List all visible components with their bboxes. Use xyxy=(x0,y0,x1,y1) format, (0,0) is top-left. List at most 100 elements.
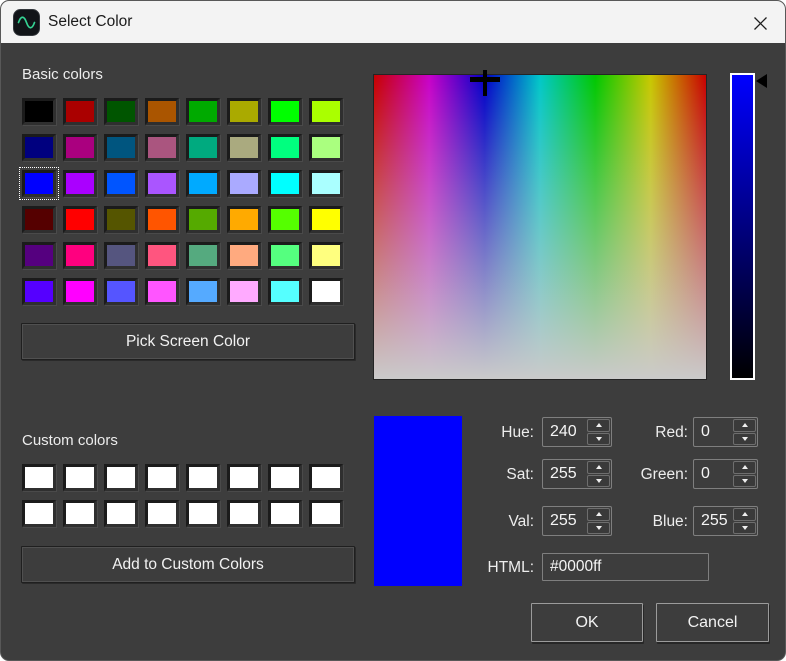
basic-color-swatch[interactable] xyxy=(268,98,302,125)
basic-color-swatch[interactable] xyxy=(22,98,56,125)
green-spin-down-button[interactable] xyxy=(733,475,756,488)
red-spinbox[interactable]: 0 xyxy=(693,417,758,447)
pick-screen-color-button[interactable]: Pick Screen Color xyxy=(21,323,355,360)
basic-color-swatch[interactable] xyxy=(145,206,179,233)
custom-color-swatch[interactable] xyxy=(186,464,220,491)
basic-color-swatch[interactable] xyxy=(22,134,56,161)
hue-spinbox[interactable]: 240 xyxy=(542,417,612,447)
custom-color-swatch[interactable] xyxy=(227,500,261,527)
blue-spin-down-button[interactable] xyxy=(733,522,756,535)
basic-color-swatch[interactable] xyxy=(309,170,343,197)
basic-color-swatch[interactable] xyxy=(186,170,220,197)
green-value[interactable]: 0 xyxy=(694,460,732,488)
basic-color-swatch[interactable] xyxy=(104,242,138,269)
basic-color-swatch[interactable] xyxy=(63,206,97,233)
custom-color-swatch[interactable] xyxy=(186,500,220,527)
basic-color-swatch[interactable] xyxy=(227,134,261,161)
basic-color-swatch[interactable] xyxy=(104,206,138,233)
basic-color-swatch[interactable] xyxy=(145,170,179,197)
basic-color-swatch[interactable] xyxy=(186,278,220,305)
red-spin-up-button[interactable] xyxy=(733,419,756,432)
basic-color-swatch[interactable] xyxy=(22,242,56,269)
custom-color-swatch[interactable] xyxy=(145,500,179,527)
sat-spin-up-button[interactable] xyxy=(587,461,610,474)
basic-color-swatch[interactable] xyxy=(309,206,343,233)
hue-saturation-gradient[interactable] xyxy=(374,75,706,379)
basic-color-swatch[interactable] xyxy=(309,98,343,125)
basic-color-swatch[interactable] xyxy=(145,98,179,125)
basic-color-swatch[interactable] xyxy=(104,278,138,305)
blue-value[interactable]: 255 xyxy=(694,507,732,535)
custom-color-swatch[interactable] xyxy=(104,464,138,491)
value-slider-gradient[interactable] xyxy=(730,73,755,380)
titlebar[interactable]: Select Color xyxy=(1,1,785,43)
basic-color-swatch[interactable] xyxy=(227,206,261,233)
value-slider-arrow-icon[interactable] xyxy=(756,74,767,88)
custom-color-swatch[interactable] xyxy=(22,464,56,491)
basic-color-swatch[interactable] xyxy=(268,278,302,305)
basic-color-swatch[interactable] xyxy=(309,278,343,305)
basic-color-swatch[interactable] xyxy=(227,170,261,197)
value-slider[interactable] xyxy=(730,73,774,380)
cancel-button[interactable]: Cancel xyxy=(656,603,769,642)
val-spin-down-button[interactable] xyxy=(587,522,610,535)
basic-color-swatch[interactable] xyxy=(145,242,179,269)
basic-color-swatch[interactable] xyxy=(186,206,220,233)
custom-color-swatch[interactable] xyxy=(63,464,97,491)
custom-color-swatch[interactable] xyxy=(309,500,343,527)
val-spinbox[interactable]: 255 xyxy=(542,506,612,536)
basic-color-swatch[interactable] xyxy=(268,170,302,197)
blue-spin-up-button[interactable] xyxy=(733,508,756,521)
hue-spin-down-button[interactable] xyxy=(587,433,610,446)
basic-color-swatch[interactable] xyxy=(104,134,138,161)
basic-color-swatch[interactable] xyxy=(63,170,97,197)
green-spin-up-button[interactable] xyxy=(733,461,756,474)
hue-value[interactable]: 240 xyxy=(543,418,586,446)
add-to-custom-colors-button[interactable]: Add to Custom Colors xyxy=(21,546,355,583)
html-color-input[interactable]: #0000ff xyxy=(542,553,709,581)
basic-color-swatch[interactable] xyxy=(268,134,302,161)
val-value[interactable]: 255 xyxy=(543,507,586,535)
custom-color-swatch[interactable] xyxy=(22,500,56,527)
blue-spinbox[interactable]: 255 xyxy=(693,506,758,536)
basic-color-swatch[interactable] xyxy=(268,242,302,269)
custom-color-swatch[interactable] xyxy=(63,500,97,527)
basic-color-swatch[interactable] xyxy=(22,206,56,233)
custom-color-swatch[interactable] xyxy=(268,464,302,491)
basic-color-swatch[interactable] xyxy=(145,278,179,305)
basic-color-swatch[interactable] xyxy=(186,134,220,161)
custom-color-swatch[interactable] xyxy=(268,500,302,527)
red-spin-down-button[interactable] xyxy=(733,433,756,446)
custom-color-swatch[interactable] xyxy=(145,464,179,491)
sat-spinbox[interactable]: 255 xyxy=(542,459,612,489)
basic-color-swatch[interactable] xyxy=(63,242,97,269)
close-button[interactable] xyxy=(747,10,773,36)
basic-color-swatch[interactable] xyxy=(63,98,97,125)
basic-color-swatch[interactable] xyxy=(309,242,343,269)
basic-color-swatch[interactable] xyxy=(22,170,56,197)
basic-color-swatch[interactable] xyxy=(186,242,220,269)
basic-color-swatch[interactable] xyxy=(309,134,343,161)
custom-color-swatch[interactable] xyxy=(227,464,261,491)
basic-color-swatch[interactable] xyxy=(104,98,138,125)
arrow-down-icon xyxy=(742,479,748,483)
custom-color-swatch[interactable] xyxy=(104,500,138,527)
custom-color-swatch[interactable] xyxy=(309,464,343,491)
basic-color-swatch[interactable] xyxy=(63,134,97,161)
basic-color-swatch[interactable] xyxy=(22,278,56,305)
basic-color-swatch[interactable] xyxy=(104,170,138,197)
basic-color-swatch[interactable] xyxy=(227,242,261,269)
basic-color-swatch[interactable] xyxy=(145,134,179,161)
basic-color-swatch[interactable] xyxy=(227,278,261,305)
basic-color-swatch[interactable] xyxy=(63,278,97,305)
sat-value[interactable]: 255 xyxy=(543,460,586,488)
hue-spin-up-button[interactable] xyxy=(587,419,610,432)
green-spinbox[interactable]: 0 xyxy=(693,459,758,489)
basic-color-swatch[interactable] xyxy=(227,98,261,125)
ok-button[interactable]: OK xyxy=(531,603,643,642)
basic-color-swatch[interactable] xyxy=(186,98,220,125)
val-spin-up-button[interactable] xyxy=(587,508,610,521)
red-value[interactable]: 0 xyxy=(694,418,732,446)
basic-color-swatch[interactable] xyxy=(268,206,302,233)
sat-spin-down-button[interactable] xyxy=(587,475,610,488)
